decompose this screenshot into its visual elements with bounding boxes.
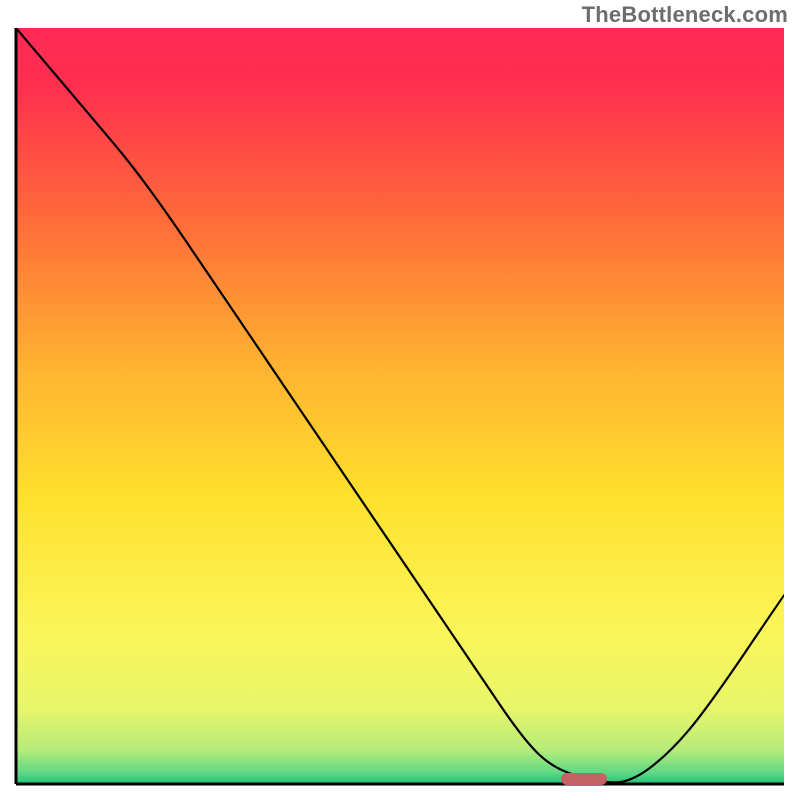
- optimal-marker: [561, 773, 607, 785]
- gradient-background: [16, 28, 784, 784]
- chart-container: TheBottleneck.com: [0, 0, 800, 800]
- watermark-text: TheBottleneck.com: [582, 2, 788, 28]
- chart-svg: [0, 0, 800, 800]
